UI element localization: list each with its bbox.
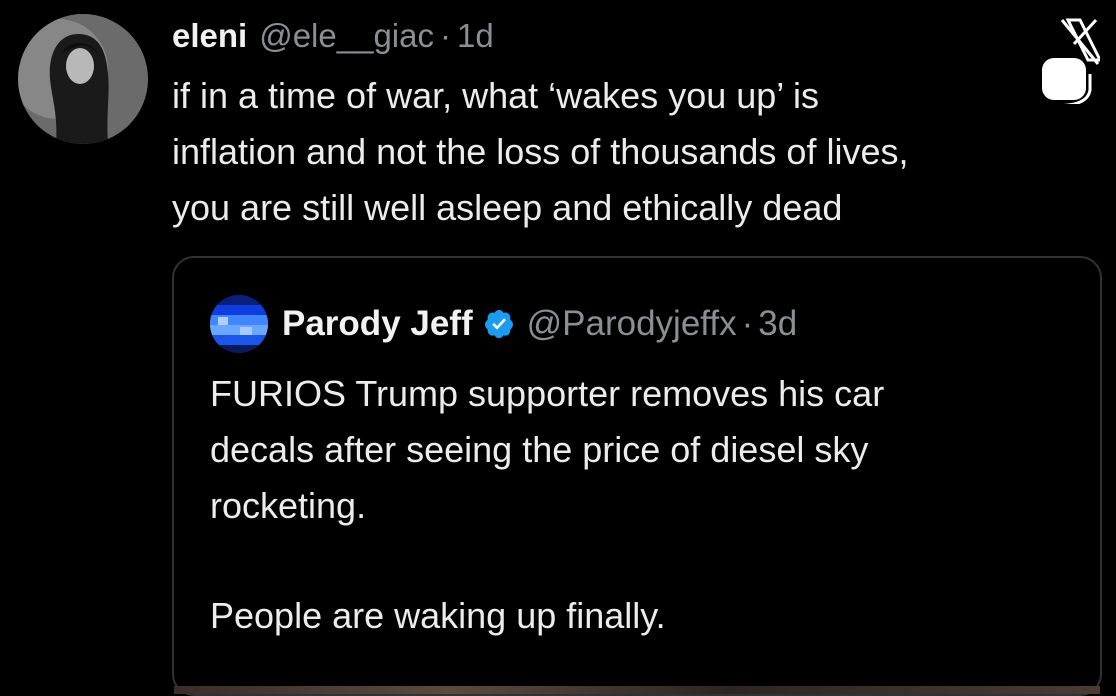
- quoted-tweet-header: Parody Jeff @Parodyjeffx · 3d: [210, 295, 797, 353]
- quoted-author-avatar[interactable]: [210, 295, 268, 353]
- verified-badge-icon: [484, 310, 513, 339]
- quoted-author-name[interactable]: Parody Jeff: [282, 304, 473, 344]
- quoted-tweet-body-second-paragraph: People are waking up finally.: [210, 595, 666, 636]
- author-name[interactable]: eleni: [172, 14, 247, 58]
- tweet-body: if in a time of war, what ‘wakes you up’…: [172, 75, 909, 228]
- tweet-timestamp[interactable]: 1d: [457, 14, 494, 58]
- quoted-tweet[interactable]: Parody Jeff @Parodyjeffx · 3d FURIOS Tru…: [172, 256, 1102, 696]
- separator-dot: ·: [439, 17, 451, 54]
- author-handle[interactable]: @ele__giac: [259, 14, 434, 58]
- tweet[interactable]: eleni @ele__giac · 1d if in a time of wa…: [0, 0, 1116, 696]
- separator-dot: ·: [741, 304, 754, 343]
- quoted-tweet-body: FURIOS Trump supporter removes his car d…: [210, 373, 885, 526]
- quoted-author-handle[interactable]: @Parodyjeffx: [527, 304, 737, 344]
- author-avatar[interactable]: [18, 14, 148, 144]
- quoted-tweet-timestamp[interactable]: 3d: [758, 304, 797, 344]
- quoted-tweet-media-preview[interactable]: [174, 686, 1100, 694]
- tweet-header: eleni @ele__giac · 1d: [172, 14, 494, 58]
